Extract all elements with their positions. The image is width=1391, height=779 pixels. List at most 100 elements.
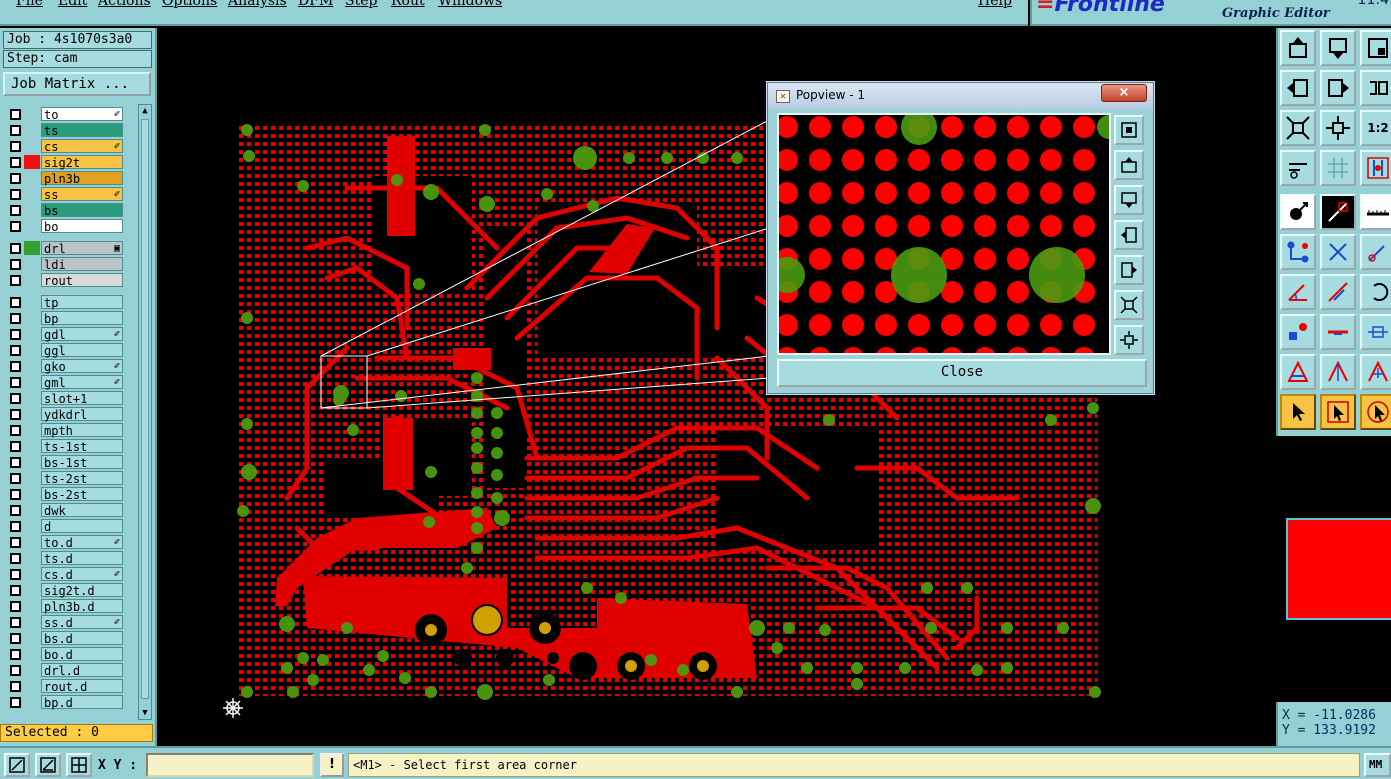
layer-name[interactable]: sig2t (41, 155, 123, 170)
layer-checkbox[interactable] (10, 297, 21, 308)
layer-row[interactable]: ldi (5, 256, 125, 272)
layer-row[interactable]: ts-1st (5, 438, 125, 454)
ruler-tool-icon[interactable] (1360, 194, 1391, 230)
grid-snap-icon[interactable] (66, 753, 92, 777)
layer-checkbox[interactable] (10, 189, 21, 200)
layer-checkbox[interactable] (10, 393, 21, 404)
snap-tool-icon[interactable] (1360, 150, 1391, 186)
layer-name[interactable]: drl.d (41, 663, 123, 678)
layer-row[interactable]: gko ✐ (5, 358, 125, 374)
select-object-tool-icon[interactable] (1280, 194, 1316, 230)
job-matrix-button[interactable]: Job Matrix ... (3, 72, 151, 96)
layer-name[interactable]: drl ▣ (41, 241, 123, 256)
menu-help[interactable]: Help (978, 0, 1012, 9)
layer-row[interactable]: ts.d (5, 550, 125, 566)
layer-name[interactable]: bs (41, 203, 123, 218)
layer-name[interactable]: ss.d ✐ (41, 615, 123, 630)
line-segment-tool-icon[interactable] (1320, 314, 1356, 350)
pan-left-tool-icon[interactable] (1280, 70, 1316, 106)
layer-checkbox[interactable] (10, 329, 21, 340)
menu-dfm[interactable]: DFM (298, 0, 333, 9)
layer-name[interactable]: bs-1st (41, 455, 123, 470)
overview-navigator[interactable] (1276, 436, 1391, 702)
grid-tool-icon[interactable] (1320, 150, 1356, 186)
scroll-thumb[interactable] (141, 119, 149, 699)
layer-row[interactable]: pln3b (5, 170, 125, 186)
popview-zoom-canvas[interactable] (777, 113, 1111, 355)
add-node-tool-icon[interactable] (1360, 234, 1391, 270)
layer-name[interactable]: ss ✐ (41, 187, 123, 202)
layer-checkbox[interactable] (10, 313, 21, 324)
measure-angle-icon[interactable] (35, 753, 61, 777)
menu-file[interactable]: File (16, 0, 43, 9)
layer-name[interactable]: cs.d ✐ (41, 567, 123, 582)
pan-down-tool-icon[interactable] (1320, 30, 1356, 66)
layer-checkbox[interactable] (10, 275, 21, 286)
layer-name[interactable]: ggl (41, 343, 123, 358)
pan-right-tool-icon[interactable] (1320, 70, 1356, 106)
zoom-out-icon[interactable] (1114, 325, 1144, 355)
layer-row[interactable]: ts-2st (5, 470, 125, 486)
layer-checkbox[interactable] (10, 649, 21, 660)
layer-row[interactable]: drl ▣ (5, 240, 125, 256)
overview-viewport-rect[interactable] (1286, 518, 1391, 620)
layer-row[interactable]: to.d ✐ (5, 534, 125, 550)
units-button[interactable]: MM (1364, 753, 1391, 777)
draw-line-tool-icon[interactable] (1320, 194, 1356, 230)
zoom-back-tool-icon[interactable] (1360, 70, 1391, 106)
pointer-tool-icon[interactable] (1280, 394, 1316, 430)
layer-name[interactable]: dwk (41, 503, 123, 518)
popview-close-button[interactable]: Close (777, 359, 1147, 387)
layer-checkbox[interactable] (10, 457, 21, 468)
layer-name[interactable]: sig2t.d (41, 583, 123, 598)
zoom-out-tool-icon[interactable] (1320, 110, 1356, 146)
layer-row[interactable]: rout (5, 272, 125, 288)
popview-window[interactable]: ✕ Popview - 1 × Close (767, 82, 1154, 394)
layer-checkbox[interactable] (10, 345, 21, 356)
layer-checkbox[interactable] (10, 221, 21, 232)
layer-checkbox[interactable] (10, 537, 21, 548)
layer-name[interactable]: to ✐ (41, 107, 123, 122)
layer-name[interactable]: bp.d (41, 695, 123, 710)
peak-tool-icon[interactable] (1320, 354, 1356, 390)
slant-line-tool-icon[interactable] (1320, 274, 1356, 310)
layer-name[interactable]: slot+1 (41, 391, 123, 406)
pan-down-icon[interactable] (1114, 185, 1144, 215)
layer-checkbox[interactable] (10, 521, 21, 532)
zoom-in-tool-icon[interactable] (1280, 110, 1316, 146)
layer-checkbox[interactable] (10, 409, 21, 420)
layer-checkbox[interactable] (10, 425, 21, 436)
layer-name[interactable]: gml ✐ (41, 375, 123, 390)
layer-name[interactable]: rout.d (41, 679, 123, 694)
layer-checkbox[interactable] (10, 505, 21, 516)
resize-window-icon[interactable] (4, 753, 30, 777)
layer-name[interactable]: pln3b.d (41, 599, 123, 614)
menu-step[interactable]: Step (345, 0, 377, 9)
layer-checkbox[interactable] (10, 157, 21, 168)
arc-tool-icon[interactable] (1360, 274, 1391, 310)
layer-row[interactable]: bs.d (5, 630, 125, 646)
layer-checkbox[interactable] (10, 243, 21, 254)
layer-row[interactable]: ggl (5, 342, 125, 358)
pan-right-icon[interactable] (1114, 255, 1144, 285)
layer-row[interactable]: bs (5, 202, 125, 218)
layer-row[interactable]: bo.d (5, 646, 125, 662)
measure-tool-icon[interactable] (1280, 150, 1316, 186)
pan-up-icon[interactable] (1114, 150, 1144, 180)
layer-checkbox[interactable] (10, 569, 21, 580)
popview-titlebar[interactable]: ✕ Popview - 1 × (768, 83, 1153, 109)
layer-name[interactable]: ts.d (41, 551, 123, 566)
layer-name[interactable]: bs.d (41, 631, 123, 646)
layer-checkbox[interactable] (10, 633, 21, 644)
pointer-circle-tool-icon[interactable] (1360, 394, 1391, 430)
layer-name[interactable]: to.d ✐ (41, 535, 123, 550)
arrow-peak-tool-icon[interactable] (1360, 354, 1391, 390)
menu-analysis[interactable]: Analysis (228, 0, 287, 9)
menu-actions[interactable]: Actions (98, 0, 151, 9)
layer-checkbox[interactable] (10, 601, 21, 612)
scroll-down-icon[interactable]: ▼ (140, 708, 150, 718)
layer-list-scrollbar[interactable]: ▲ ▼ (138, 104, 152, 720)
layer-name[interactable]: ts-2st (41, 471, 123, 486)
layer-name[interactable]: gko ✐ (41, 359, 123, 374)
layer-checkbox[interactable] (10, 259, 21, 270)
